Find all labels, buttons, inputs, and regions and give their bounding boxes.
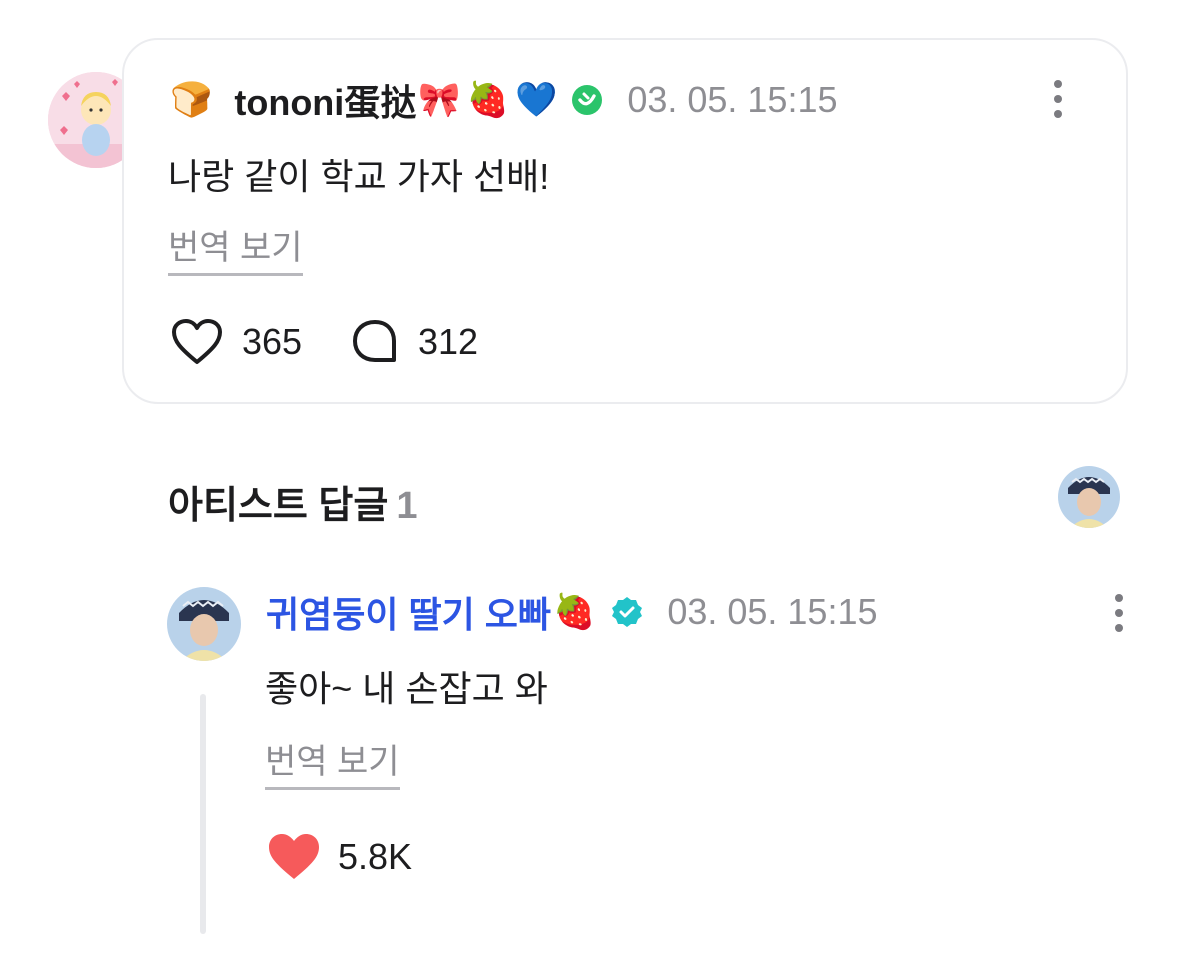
reply-more-icon[interactable] <box>1114 594 1124 632</box>
artist-replies-heading: 아티스트 답글 1 <box>168 474 417 529</box>
reply-author-emoji: 🍓 <box>552 592 596 632</box>
comment-author-name[interactable]: tononi蛋挞 <box>234 74 416 126</box>
author-emojis: 🎀🍓💙 <box>418 80 564 120</box>
comment-text: 나랑 같이 학교 가자 선배! <box>168 156 550 197</box>
heart-outline-icon <box>170 318 224 366</box>
reply-thread-line <box>200 694 206 934</box>
bread-emoji: 🍞 <box>170 80 213 120</box>
verified-artist-badge-icon <box>611 596 643 628</box>
reply-text: 좋아~ 내 손잡고 와 <box>265 668 548 709</box>
reply-like-button[interactable]: 5.8K <box>266 832 412 882</box>
artist-replies-count: 1 <box>396 485 418 527</box>
artist-replies-title: 아티스트 답글 <box>168 485 389 527</box>
heart-filled-icon <box>266 832 322 882</box>
reply-like-count: 5.8K <box>338 836 413 877</box>
reply-date: 03. 05. 15:15 <box>667 591 878 632</box>
comment-like-count: 365 <box>242 321 303 362</box>
reply-author-name[interactable]: 귀염둥이 딸기 오빠 <box>266 586 551 638</box>
comment-more-icon[interactable] <box>1053 80 1063 118</box>
verified-fan-badge-icon <box>571 84 603 116</box>
comment-reply-button[interactable]: 312 <box>350 318 478 366</box>
comment-translate-link[interactable]: 번역 보기 <box>168 220 303 276</box>
comment-like-button[interactable]: 365 <box>170 318 302 366</box>
comment-date: 03. 05. 15:15 <box>627 79 838 120</box>
artist-avatar-small[interactable] <box>1058 466 1120 528</box>
reply-translate-link[interactable]: 번역 보기 <box>265 734 400 790</box>
comment-reply-count: 312 <box>418 321 479 362</box>
artist-avatar[interactable] <box>167 587 241 661</box>
comment-header: 🍞 tononi蛋挞 🎀🍓💙 03. 05. 15:15 <box>170 76 838 124</box>
reply-header: 귀염둥이 딸기 오빠 🍓 03. 05. 15:15 <box>266 588 878 636</box>
comment-bubble-icon <box>350 318 400 366</box>
